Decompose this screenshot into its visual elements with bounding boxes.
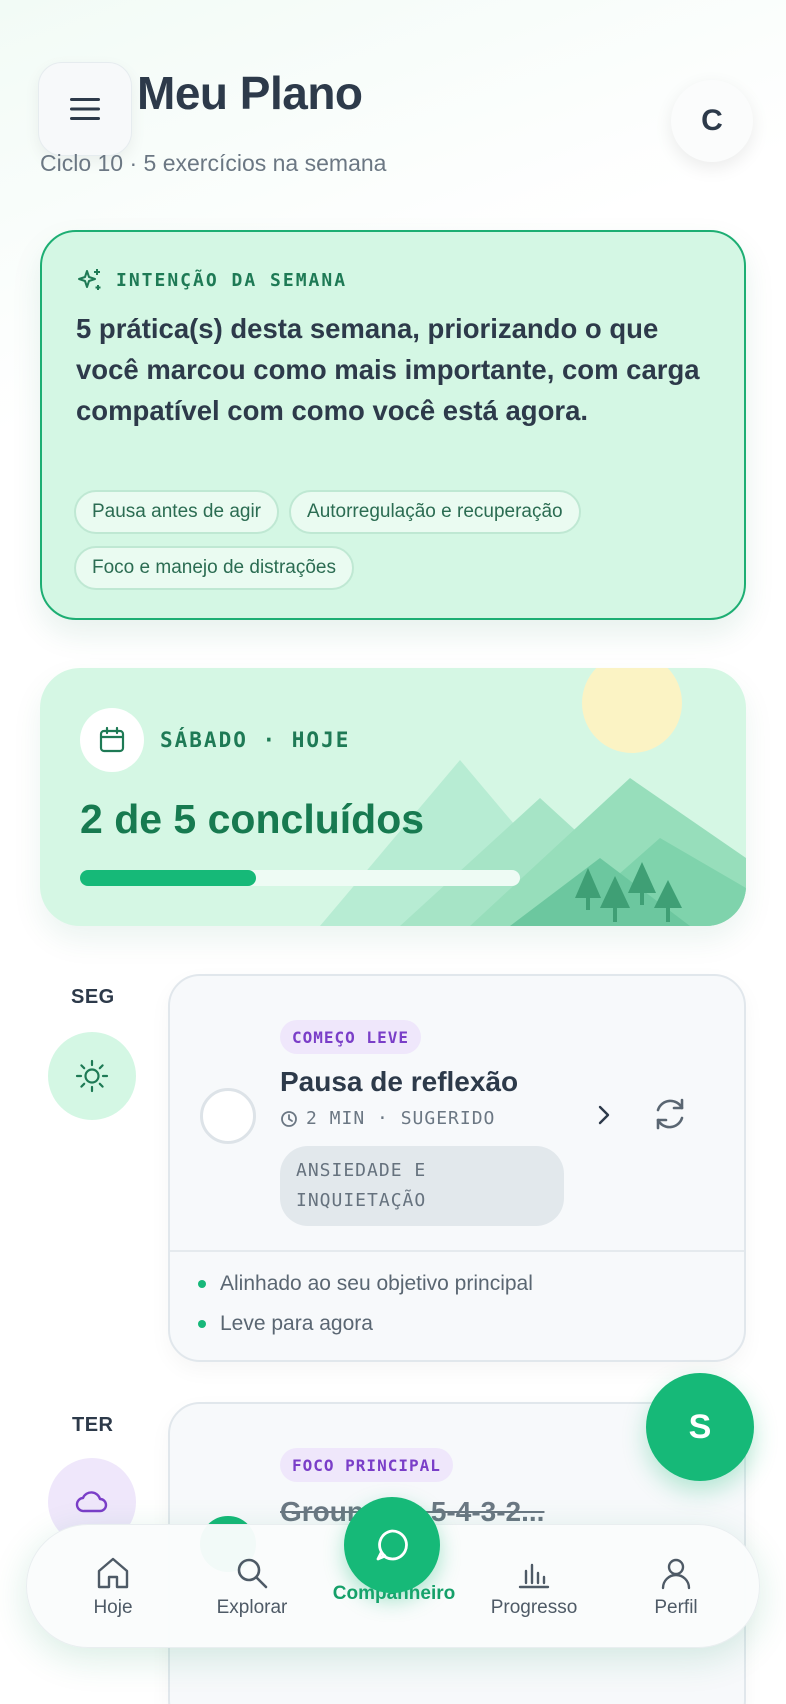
page-title: Meu Plano [137,67,363,119]
nav-item-hoje[interactable]: Hoje [48,1555,178,1619]
nav-item-explorar[interactable]: Explorar [187,1555,317,1619]
bullet-dot [198,1320,206,1328]
nav-label: Progresso [490,1597,578,1618]
sun-icon [75,1059,109,1093]
day-label-seg: SEG [71,986,115,1008]
calendar-icon [99,726,125,753]
nav-item-progresso[interactable]: Progresso [469,1555,599,1619]
exercise-title: Pausa de reflexão [280,1066,519,1097]
intention-label: INTENÇÃO DA SEMANA [116,269,348,291]
intention-card: INTENÇÃO DA SEMANA 5 prática(s) desta se… [40,230,746,620]
floating-action-button[interactable]: S [646,1373,754,1481]
exercise-meta: 2 MIN · SUGERIDO [280,1108,495,1129]
menu-button[interactable] [38,62,132,156]
search-icon [237,1558,268,1589]
reason-text: Leve para agora [220,1312,373,1335]
today-progress-track [80,870,520,886]
day-label-ter: TER [72,1414,114,1436]
exercise-meta-text: 2 MIN · SUGERIDO [306,1108,496,1129]
page-subtitle: Ciclo 10 · 5 exercícios na semana [40,150,387,176]
today-label: SÁBADO · HOJE [160,728,351,752]
today-card[interactable]: SÁBADO · HOJE 2 de 5 concluídos [40,668,746,926]
calendar-badge [80,708,144,772]
exercise-tag: FOCO PRINCIPAL [280,1448,453,1482]
chat-icon [376,1529,408,1561]
home-icon [97,1557,129,1589]
nav-label: Hoje [93,1597,133,1618]
cloud-icon [75,1491,108,1513]
exercise-tag: COMEÇO LEVE [280,1020,421,1054]
sparkles-icon [78,269,101,290]
chip-pausa[interactable]: Pausa antes de agir [74,490,280,534]
card-divider [170,1250,744,1252]
chip-foco[interactable]: Foco e manejo de distrações [74,546,354,590]
exercise-category: ANSIEDADE E INQUIETAÇÃO [280,1146,564,1226]
reason-item: Leve para agora [198,1312,373,1336]
nav-label: Perfil [654,1597,698,1618]
today-count: 2 de 5 concluídos [80,796,425,842]
intention-chips: Pausa antes de agir Autorregulação e rec… [74,490,724,590]
reason-item: Alinhado ao seu objetivo principal [198,1272,533,1296]
chip-autorregulacao[interactable]: Autorregulação e recuperação [289,490,581,534]
intention-text: 5 prática(s) desta semana, priorizando o… [76,313,700,426]
nav-label: Explorar [216,1597,288,1618]
companion-chat-button[interactable] [344,1497,440,1593]
day-icon-seg [48,1032,136,1120]
swap-icon[interactable] [650,1094,690,1134]
complete-checkbox[interactable] [200,1088,256,1144]
chevron-right-icon[interactable] [594,1102,614,1128]
exercise-card-seg[interactable]: COMEÇO LEVE Pausa de reflexão 2 MIN · SU… [168,974,746,1362]
menu-icon [70,98,100,120]
today-progress-fill [80,870,256,886]
user-icon [661,1558,691,1590]
nav-item-perfil[interactable]: Perfil [611,1555,741,1619]
reason-text: Alinhado ao seu objetivo principal [220,1272,533,1295]
clock-icon [281,1110,297,1127]
avatar[interactable]: C [671,80,753,162]
intention-header: INTENÇÃO DA SEMANA [76,266,347,294]
chart-icon [518,1563,550,1589]
bullet-dot [198,1280,206,1288]
